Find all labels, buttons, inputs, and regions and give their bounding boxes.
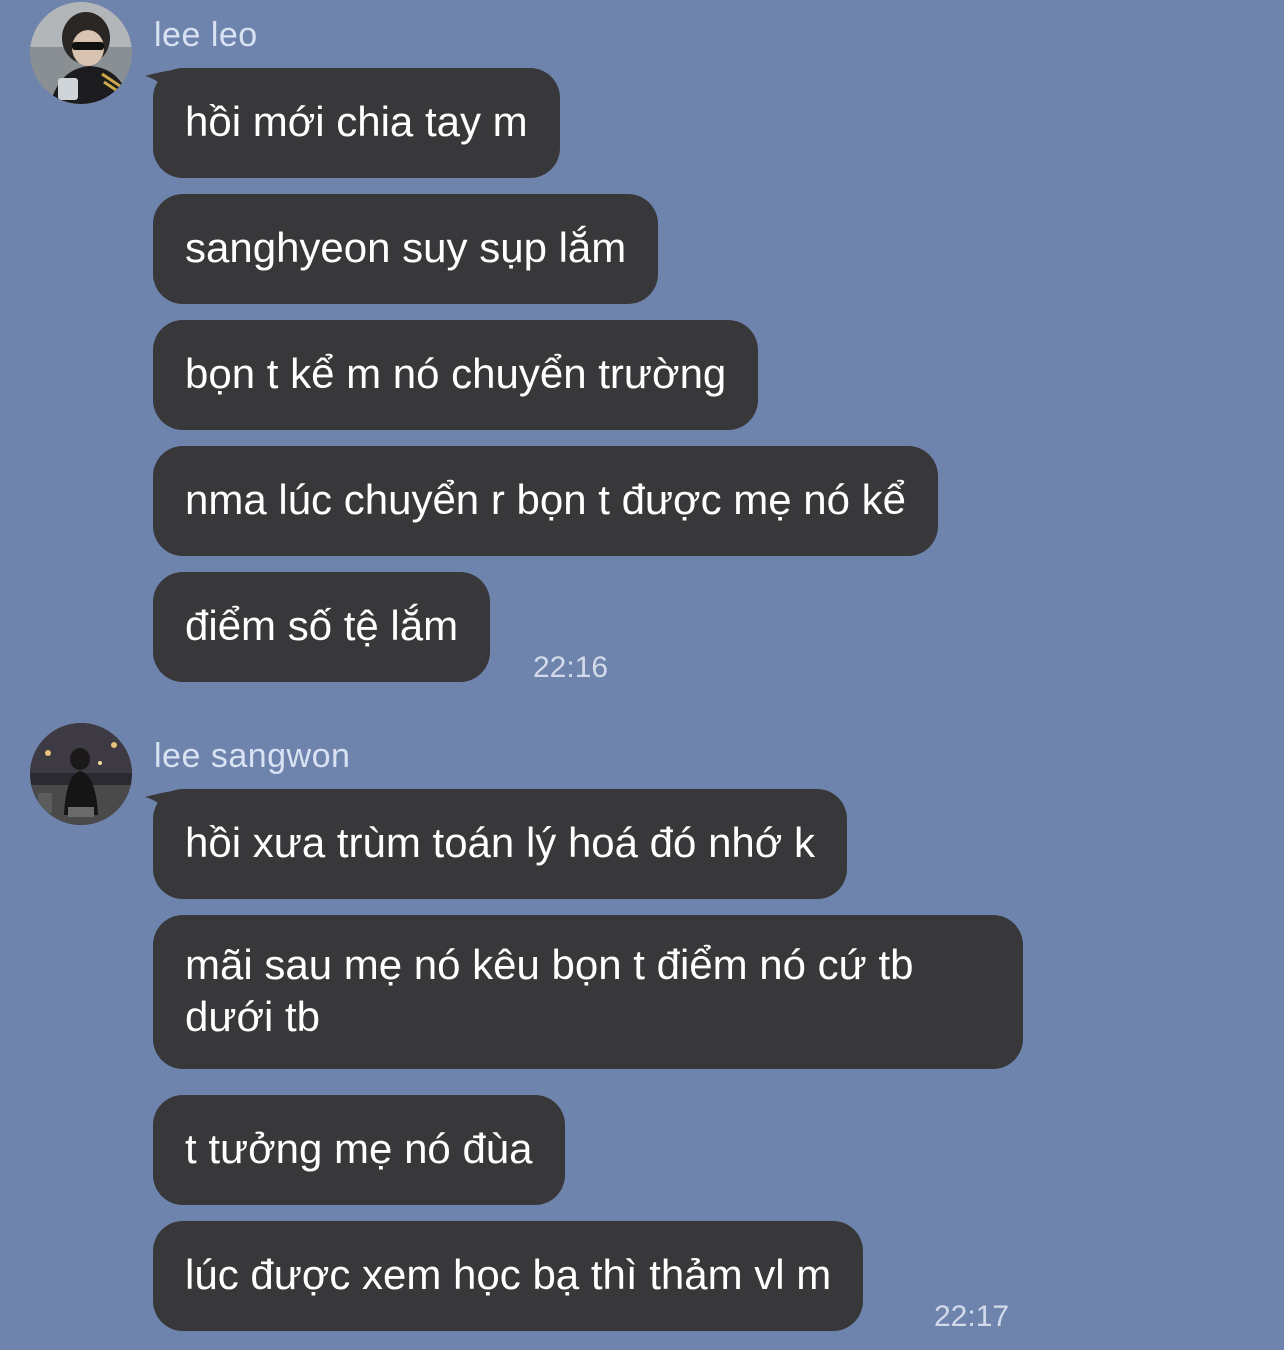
message-bubble[interactable]: bọn t kể m nó chuyển trường bbox=[153, 320, 759, 430]
message-bubble[interactable]: hồi xưa trùm toán lý hoá đó nhớ k bbox=[153, 789, 847, 899]
message-bubble[interactable]: hồi mới chia tay m bbox=[153, 68, 560, 178]
message-timestamp: 22:16 bbox=[533, 651, 609, 684]
message-bubble[interactable]: sanghyeon suy sụp lắm bbox=[153, 194, 659, 304]
profile-photo-night-city-icon bbox=[30, 723, 132, 825]
sender-name: lee leo bbox=[154, 16, 258, 54]
message-bubble[interactable]: t tưởng mẹ nó đùa bbox=[153, 1095, 565, 1205]
avatar-lee-leo[interactable] bbox=[30, 2, 132, 104]
message-bubble[interactable]: lúc được xem học bạ thì thảm vl m bbox=[153, 1221, 864, 1331]
avatar-lee-sangwon[interactable] bbox=[30, 723, 132, 825]
message-timestamp: 22:17 bbox=[934, 1300, 1010, 1333]
message-bubble[interactable]: nma lúc chuyển r bọn t được mẹ nó kể bbox=[153, 446, 939, 556]
message-bubble[interactable]: điểm số tệ lắm bbox=[153, 572, 491, 682]
sender-name: lee sangwon bbox=[154, 737, 351, 775]
profile-photo-sunglasses-icon bbox=[30, 2, 132, 104]
message-bubble[interactable]: mãi sau mẹ nó kêu bọn t điểm nó cứ tb dư… bbox=[153, 915, 1023, 1069]
